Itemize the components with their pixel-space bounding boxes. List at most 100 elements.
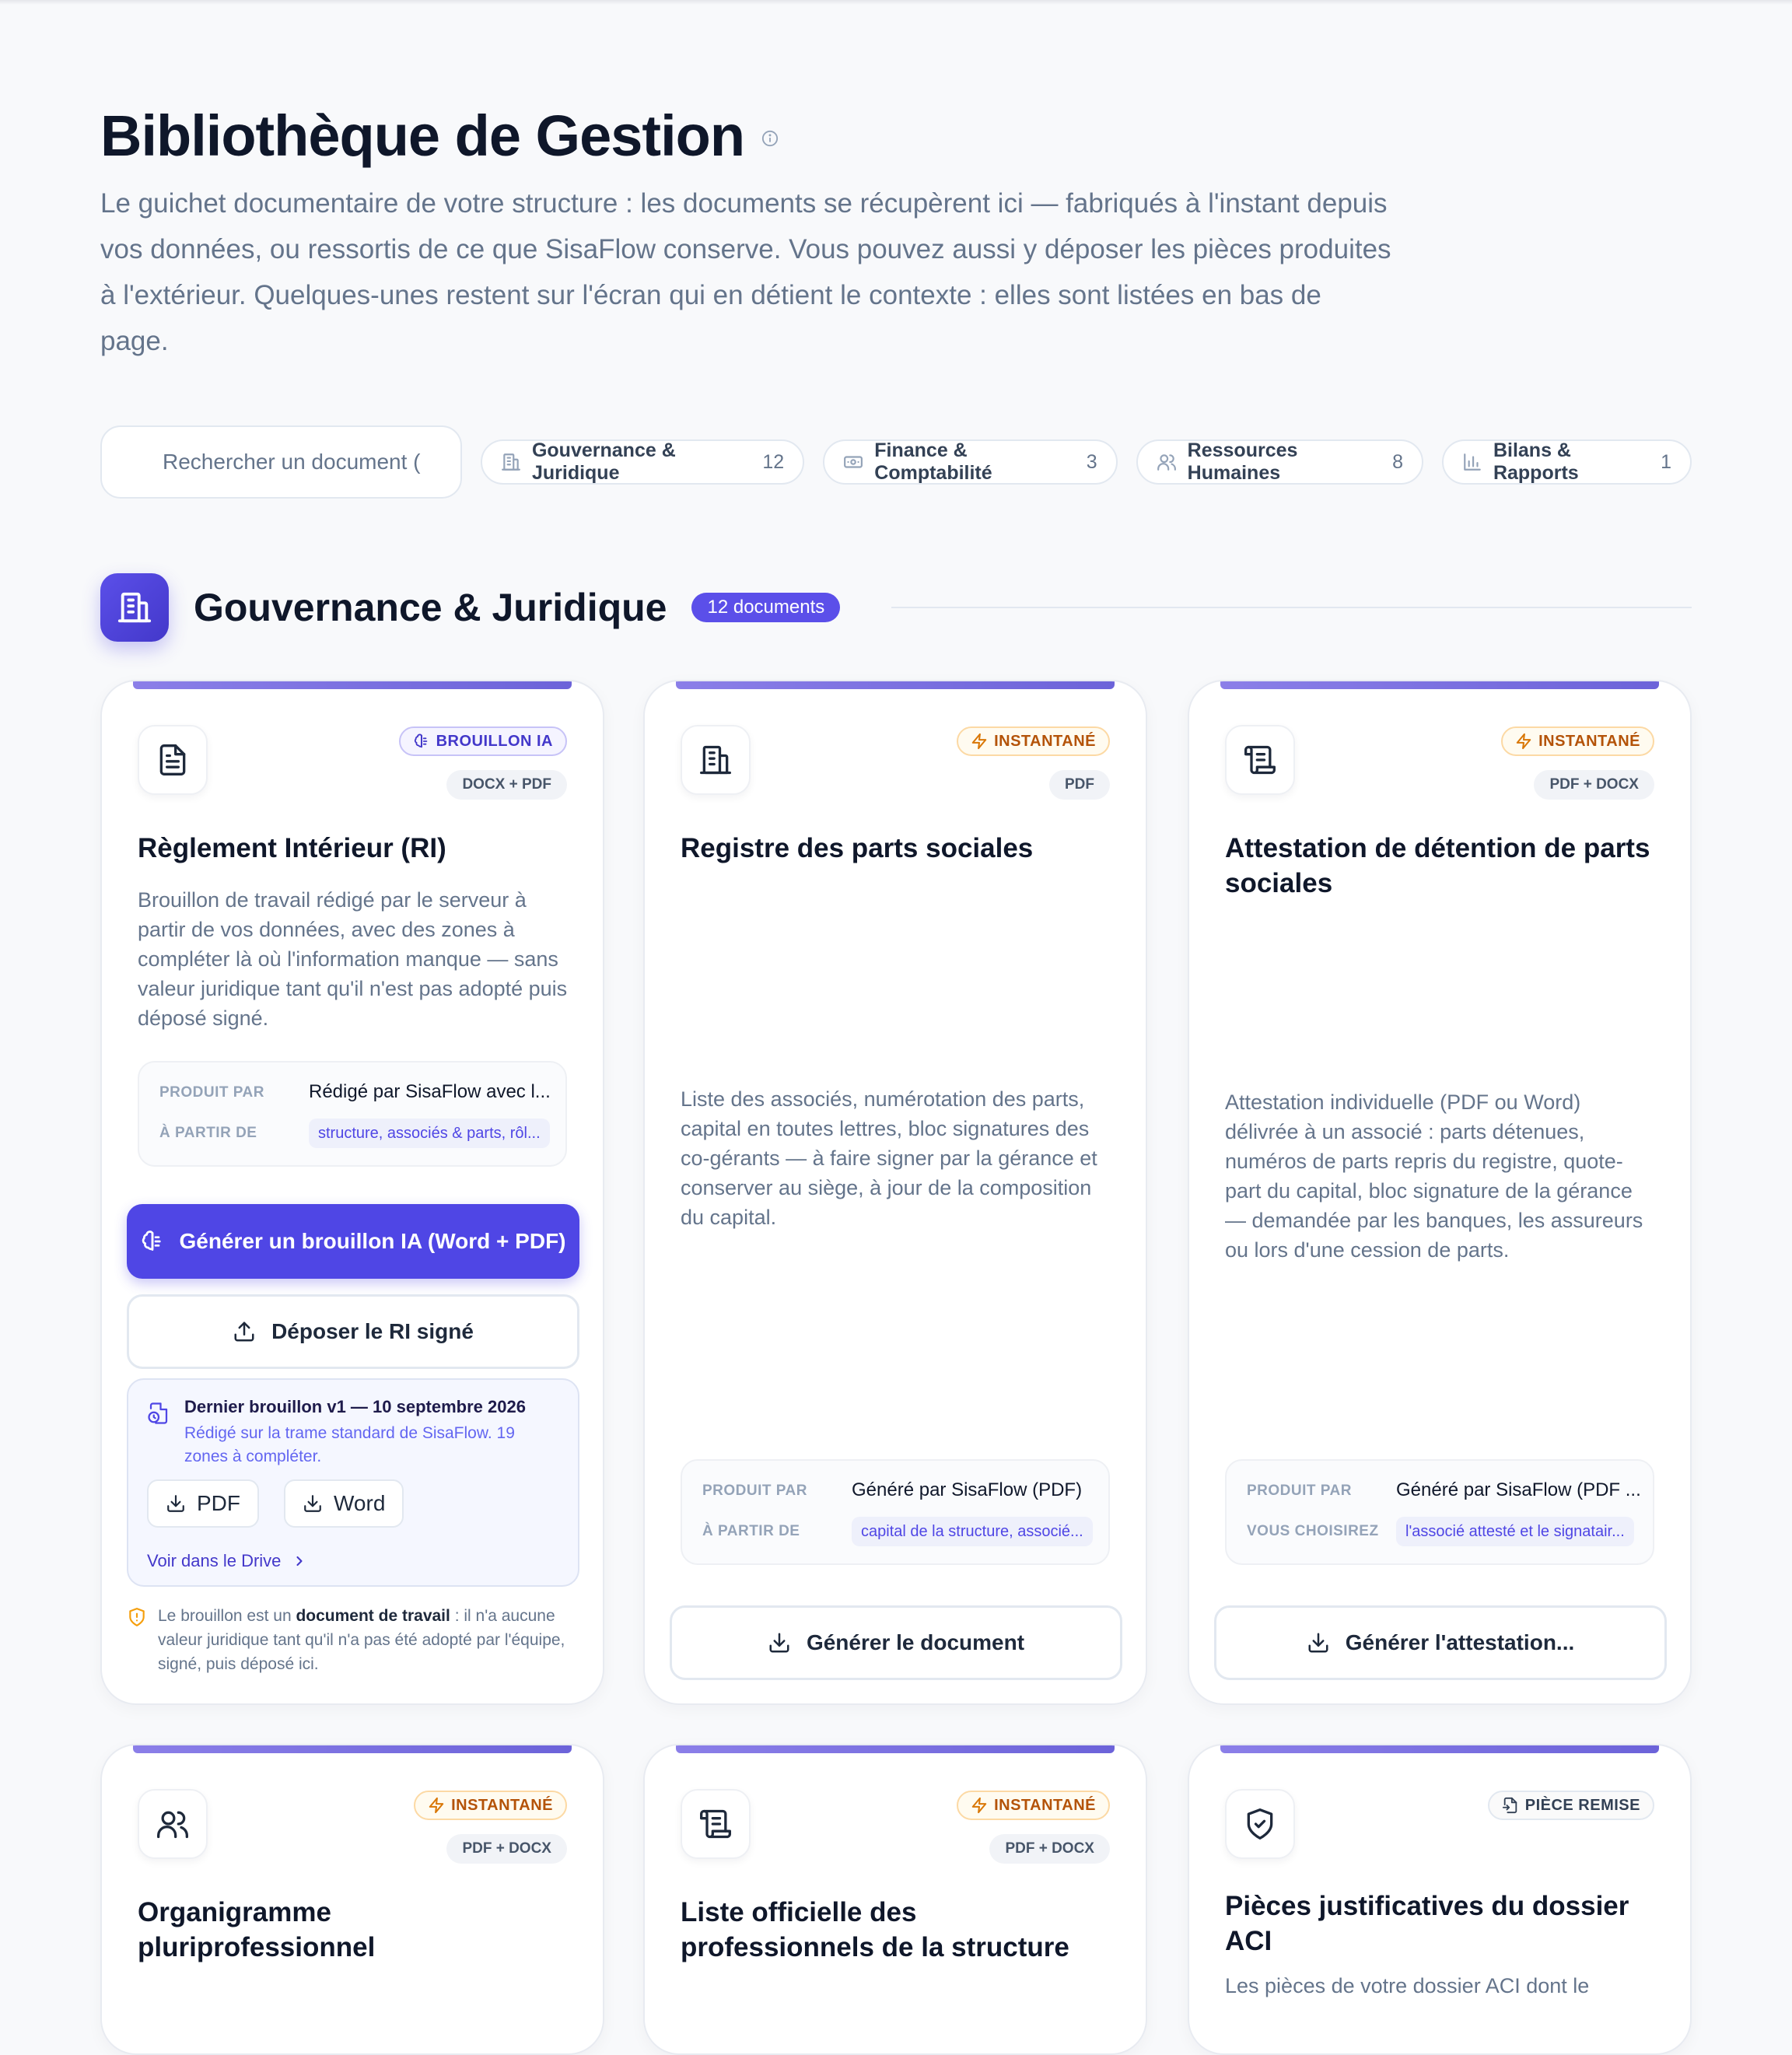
download-icon [167,1495,184,1512]
draft-subtitle: Rédigé sur la trame standard de SisaFlow… [184,1424,515,1465]
download-icon [304,1495,321,1512]
zap-icon [971,733,987,750]
card-title: Attestation de détention de parts social… [1225,833,1650,898]
scroll-icon [1244,745,1276,775]
card-description: Attestation individuelle (PDF ou Word) d… [1225,1091,1643,1262]
document-card-attestation-parts: INSTANTANÉ PDF + DOCX Attestation de dét… [1188,680,1692,1705]
section-icon [100,573,169,642]
users-icon [157,1811,188,1839]
filter-toolbar: Rechercher un document ( Gouvernance & J… [100,425,1692,499]
meta-key: À PARTIR DE [702,1523,800,1539]
upload-signed-ri-button[interactable]: Déposer le RI signé [127,1294,579,1369]
format-badge: PDF + DOCX [1534,770,1654,800]
meta-key: VOUS CHOISIREZ [1247,1523,1379,1539]
section-divider [891,607,1692,608]
meta-value: Rédigé par SisaFlow avec l... [309,1081,551,1102]
status-badge: PIÈCE REMISE [1487,1791,1654,1820]
brain-icon [142,1231,162,1251]
file-clock-icon [148,1402,168,1424]
card-meta: PRODUIT PAR Rédigé par SisaFlow avec l..… [138,1061,567,1167]
filter-chip-gouvernance[interactable]: Gouvernance & Juridique 12 [480,439,805,485]
generate-ai-draft-button[interactable]: Générer un brouillon IA (Word + PDF) [127,1204,579,1279]
meta-value: Généré par SisaFlow (PDF) [852,1479,1083,1500]
building-icon [117,592,152,623]
meta-tag: capital de la structure, associé... [852,1517,1093,1546]
card-meta: PRODUIT PAR Généré par SisaFlow (PDF ...… [1225,1459,1654,1565]
zap-icon [429,1797,444,1814]
legal-notice: Le brouillon est un document de travail … [127,1604,586,1676]
format-badge: DOCX + PDF [446,770,567,800]
section-title: Gouvernance & Juridique [194,586,667,629]
status-badge: INSTANTANÉ [1501,726,1654,756]
status-badge-label: INSTANTANÉ [1538,732,1640,750]
filter-chip-finance[interactable]: Finance & Comptabilité 3 [823,439,1118,485]
card-icon [681,1789,751,1859]
page-header: Bibliothèque de Gestion [100,101,779,171]
meta-key: À PARTIR DE [159,1125,257,1141]
button-label: Générer un brouillon IA (Word + PDF) [179,1229,566,1253]
upload-icon [234,1322,254,1342]
link-label: Voir dans le Drive [147,1551,282,1570]
download-word-button[interactable]: Word [284,1479,404,1528]
status-badge: INSTANTANÉ [957,726,1110,756]
card-title: Organigramme pluriprofessionnel [138,1897,376,1962]
card-title: Règlement Intérieur (RI) [138,833,446,863]
zap-icon [1516,733,1531,750]
card-description: Les pièces de votre dossier ACI dont le [1225,1974,1590,1997]
card-icon [1225,1789,1295,1859]
download-pdf-button[interactable]: PDF [147,1479,259,1528]
generate-attestation-button[interactable]: Générer l'attestation... [1214,1605,1667,1680]
status-badge: INSTANTANÉ [414,1791,567,1820]
format-badge: PDF + DOCX [446,1834,567,1864]
view-in-drive-link[interactable]: Voir dans le Drive [147,1551,307,1571]
top-shadow [0,0,1792,5]
download-icon [1308,1633,1328,1653]
section-header: Gouvernance & Juridique 12 documents [100,572,1692,642]
meta-tag: l'associé attesté et le signatair... [1396,1517,1634,1546]
shield-check-icon [1247,1808,1273,1840]
filter-chip-count: 12 [762,450,785,473]
status-badge-label: INSTANTANÉ [994,732,1096,750]
card-description: Brouillon de travail rédigé par le serve… [138,888,568,1030]
card-icon [138,725,208,795]
button-label: Déposer le RI signé [271,1319,474,1343]
scroll-icon [700,1809,731,1839]
meta-value: Généré par SisaFlow (PDF ... [1396,1479,1641,1500]
page-subtitle: Le guichet documentaire de votre structu… [100,188,1391,356]
brain-icon [414,733,427,748]
info-icon[interactable] [761,130,779,147]
card-meta: PRODUIT PAR Généré par SisaFlow (PDF) À … [681,1459,1110,1565]
building-icon [502,453,520,471]
document-card-registre-parts: INSTANTANÉ PDF Registre des parts social… [643,680,1147,1705]
banknote-icon [844,456,863,468]
filter-chip-bilans[interactable]: Bilans & Rapports 1 [1441,439,1692,485]
filter-chip-rh[interactable]: Ressources Humaines 8 [1136,439,1423,485]
filter-chip-label: Ressources Humaines [1187,439,1298,484]
search-input[interactable]: Rechercher un document ( [100,425,462,499]
page-title: Bibliothèque de Gestion [100,103,745,168]
button-label: Générer l'attestation... [1345,1630,1575,1654]
document-card-organigramme: INSTANTANÉ PDF + DOCX Organigramme pluri… [100,1744,604,2055]
document-card-reglement-interieur: BROUILLON IA DOCX + PDF Règlement Intéri… [100,680,604,1705]
format-badge: PDF + DOCX [989,1834,1110,1864]
draft-title: Dernier brouillon v1 — 10 septembre 2026 [184,1397,526,1416]
building-icon [700,745,731,775]
filter-chip-label: Bilans & Rapports [1493,439,1579,484]
bar-chart-icon [1464,453,1481,471]
file-input-icon [1502,1797,1517,1814]
filter-chip-label: Finance & Comptabilité [874,439,992,484]
meta-tag: structure, associés & parts, rôl... [309,1119,550,1148]
filter-chip-label: Gouvernance & Juridique [531,439,676,484]
status-badge-label: INSTANTANÉ [994,1796,1096,1814]
zap-icon [971,1797,987,1814]
card-title: Pièces justificatives du dossier ACI [1225,1891,1629,1956]
card-description: Liste des associés, numérotation des par… [681,1087,1097,1229]
section-count-badge: 12 documents [691,593,841,622]
generate-document-button[interactable]: Générer le document [670,1605,1122,1680]
users-icon [1157,454,1176,471]
download-icon [769,1633,789,1653]
card-icon [138,1789,208,1859]
meta-key: PRODUIT PAR [159,1084,264,1101]
card-icon [1225,725,1295,795]
meta-key: PRODUIT PAR [702,1483,807,1499]
